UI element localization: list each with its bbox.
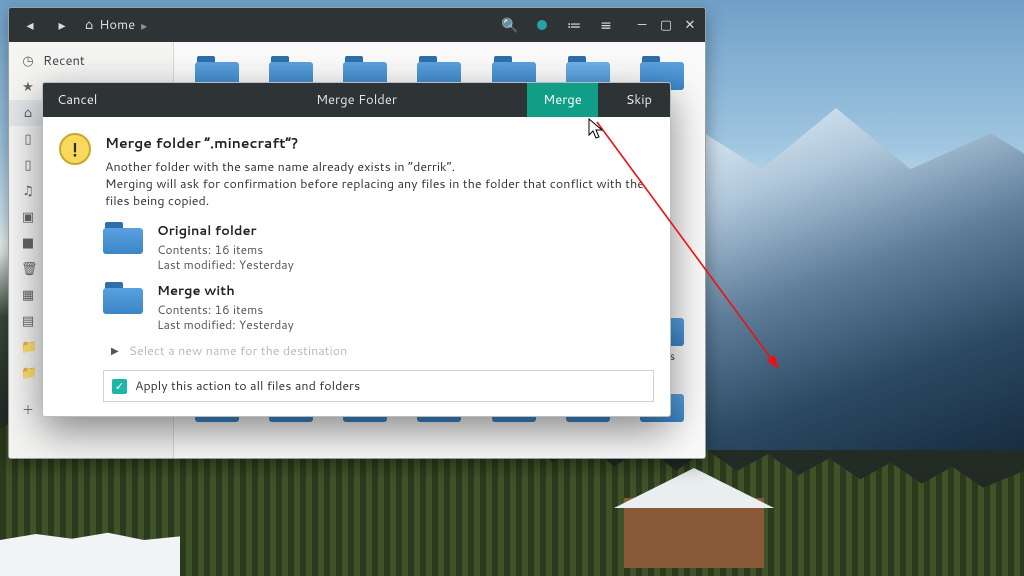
sidebar-item-icon: ▣ [21,208,35,226]
close-button[interactable]: ✕ [683,16,697,34]
folder-icon [103,282,143,314]
minimize-button[interactable]: — [635,16,649,34]
chevron-right-icon: ▸ [141,17,147,34]
warning-icon: ! [59,133,91,165]
home-icon: ⌂ [85,16,93,34]
merge-with-modified: Last modified: Yesterday [157,317,294,332]
cancel-button[interactable]: Cancel [57,91,97,109]
rename-hint: Select a new name for the destination [129,342,348,360]
apply-all-label: Apply this action to all files and folde… [135,377,360,395]
forward-button[interactable]: ▸ [49,12,75,38]
apply-all-row[interactable]: ✓ Apply this action to all files and fol… [103,370,654,402]
merge-with-row: Merge with Contents: 16 items Last modif… [103,282,654,332]
maximize-button[interactable]: ▢ [659,16,673,34]
original-folder-row: Original folder Contents: 16 items Last … [103,222,654,272]
breadcrumb-home-label: Home [99,16,135,34]
sidebar-item-icon: 🗑 [21,260,35,278]
breadcrumb[interactable]: ⌂ Home ▸ [85,16,147,34]
folder-icon [103,222,143,254]
sidebar-item-icon: ▯ [21,156,35,174]
original-folder-contents: Contents: 16 items [157,242,294,257]
expander-triangle-icon: ▶ [111,344,119,358]
sidebar-item-icon: ▤ [21,312,35,330]
sidebar-item-icon: ♫ [21,182,35,200]
original-folder-modified: Last modified: Yesterday [157,257,294,272]
sidebar-item-icon: ◷ [21,52,35,70]
view-toggle-button[interactable]: ≔ [561,12,587,38]
wallpaper-hut [624,498,764,568]
status-indicator [529,12,555,38]
window-controls: — ▢ ✕ [635,16,697,34]
dialog-explain-1: Another folder with the same name alread… [105,159,654,176]
search-button[interactable]: 🔍 [497,12,523,38]
sidebar-item-icon: ★ [21,78,35,96]
merge-with-title: Merge with [157,282,294,300]
merge-button[interactable]: Merge [527,83,598,117]
dialog-headerbar: Merge Folder Cancel Merge Skip [43,83,670,117]
sidebar-item-label: Recent [43,52,85,70]
sidebar-item-icon: ⌂ [21,104,35,122]
dialog-explain-2: Merging will ask for confirmation before… [105,176,654,210]
plus-icon: ＋ [21,401,35,418]
sidebar-item-icon: 📁 [21,338,35,356]
sidebar-item[interactable]: ◷ Recent [9,48,173,74]
back-button[interactable]: ◂ [17,12,43,38]
sidebar-item-icon: ■ [21,234,35,252]
sidebar-item-icon: ▦ [21,286,35,304]
original-folder-title: Original folder [157,222,294,240]
sidebar-item-icon: ▯ [21,130,35,148]
sidebar-item-icon: 📁 [21,364,35,382]
apply-all-checkbox[interactable]: ✓ [112,379,127,394]
file-manager-headerbar: ◂ ▸ ⌂ Home ▸ 🔍 ≔ ≡ — ▢ ✕ [9,8,705,42]
dialog-question: Merge folder “.minecraft”? [105,133,654,153]
menu-button[interactable]: ≡ [593,12,619,38]
rename-expander[interactable]: ▶ Select a new name for the destination [111,342,654,360]
merge-with-contents: Contents: 16 items [157,302,294,317]
status-dot-icon [537,20,547,30]
merge-folder-dialog: Merge Folder Cancel Merge Skip ! Merge f… [42,82,671,417]
skip-button[interactable]: Skip [608,83,670,117]
